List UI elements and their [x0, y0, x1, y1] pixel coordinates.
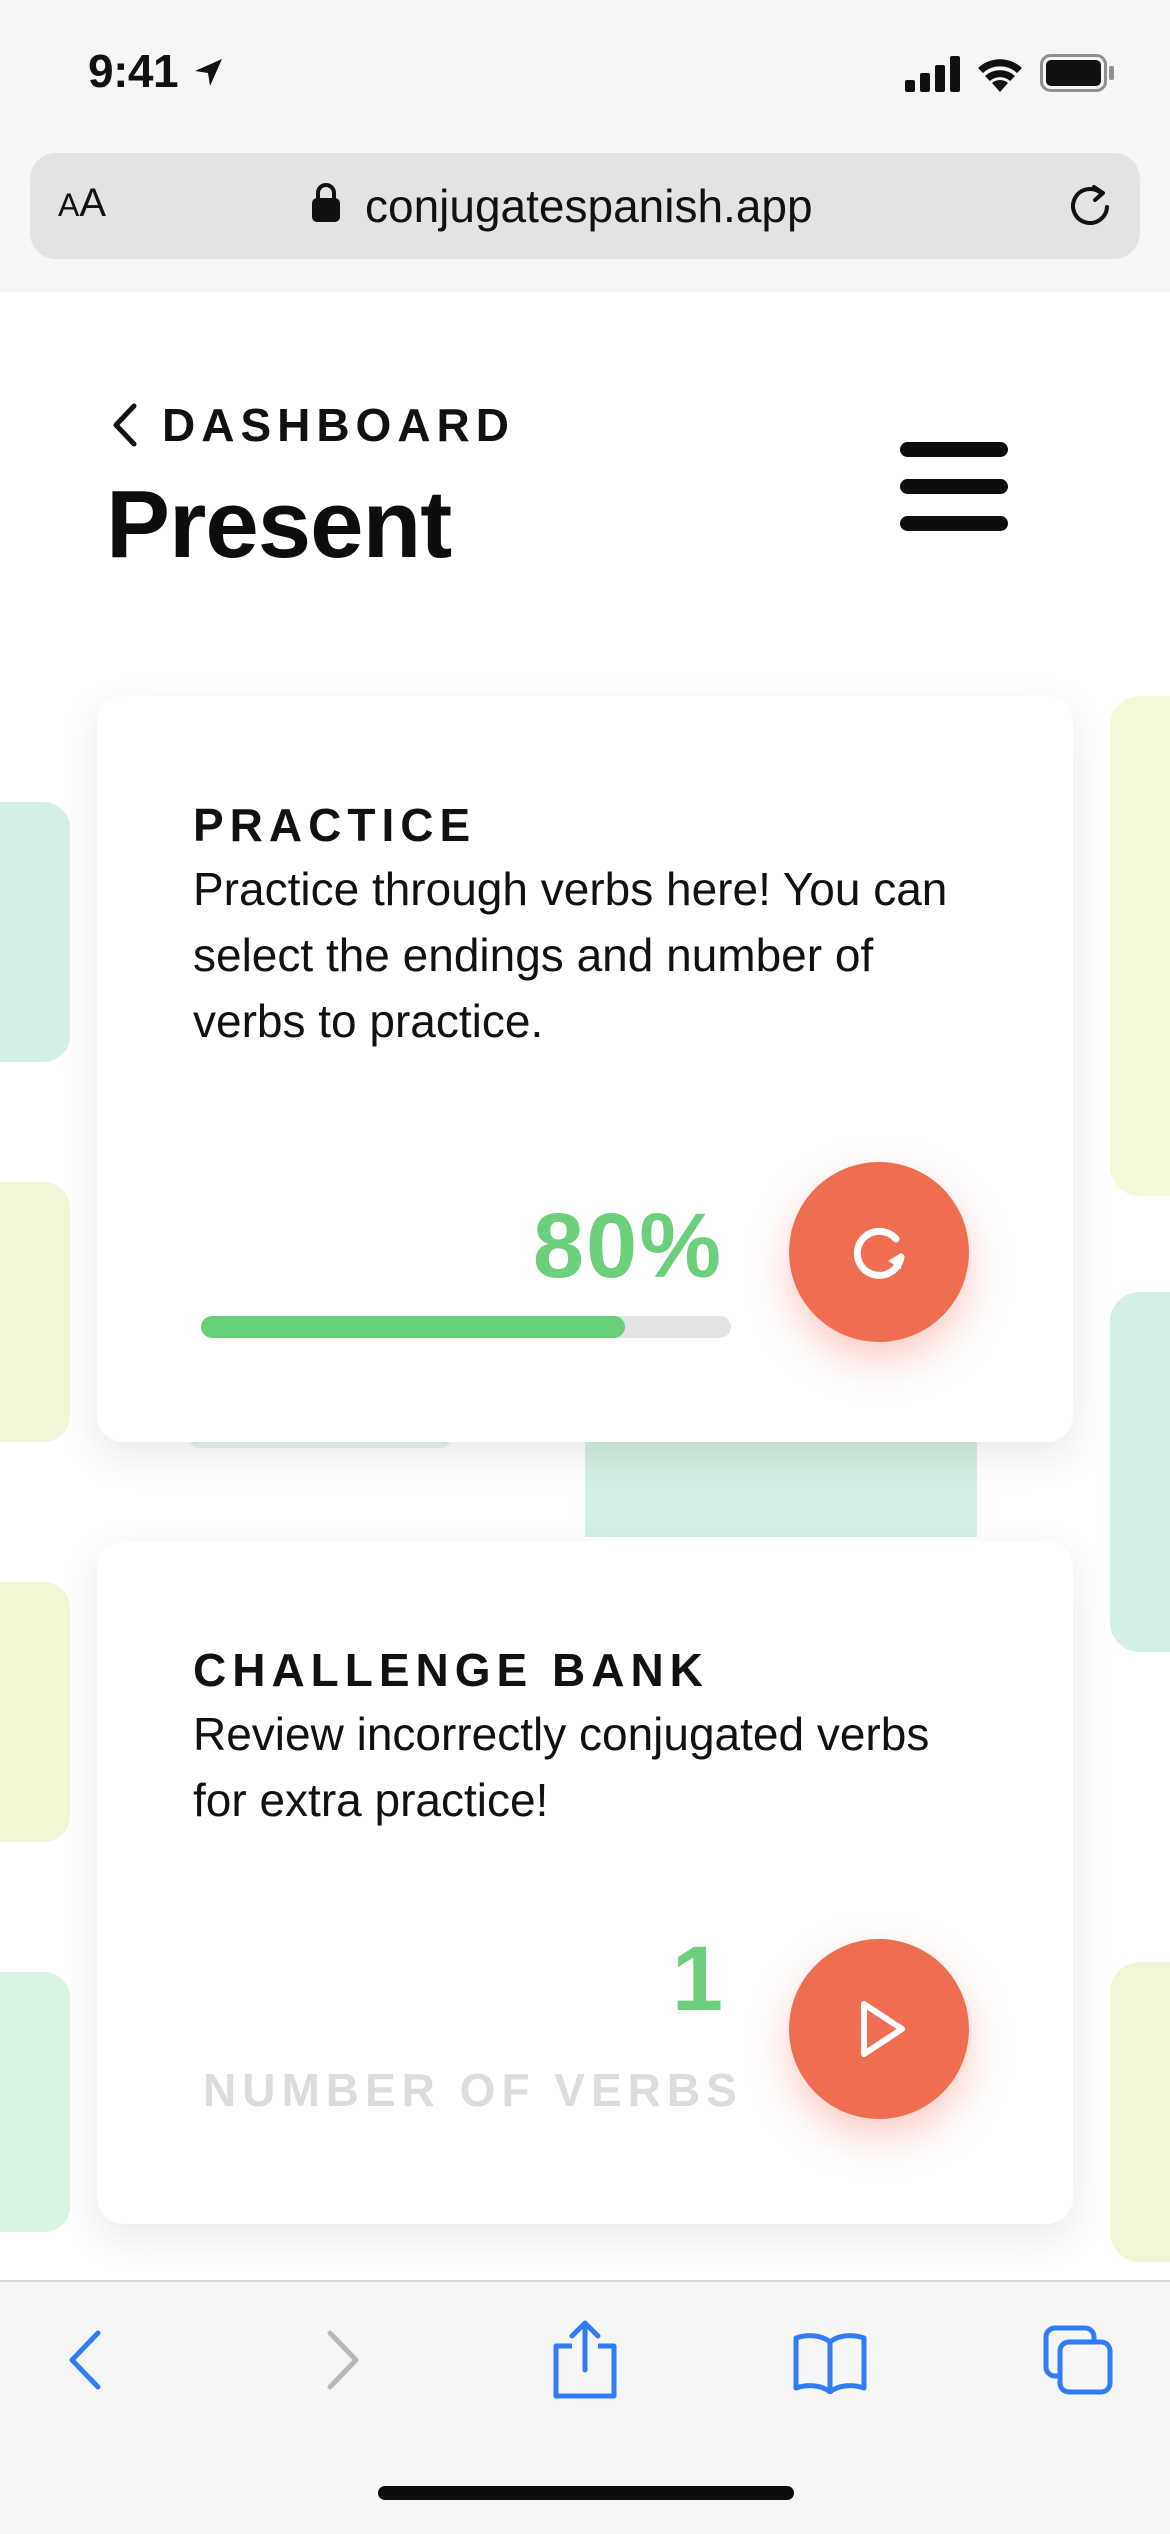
- restart-icon: [853, 1227, 905, 1279]
- back-chevron-icon[interactable]: [62, 2327, 112, 2393]
- challenge-description: Review incorrectly conjugated verbs for …: [193, 1708, 930, 1826]
- location-arrow-icon: [195, 59, 222, 86]
- url-text[interactable]: conjugatespanish.app: [365, 179, 813, 233]
- restart-practice-button[interactable]: [789, 1162, 969, 1342]
- address-bar[interactable]: AA conjugatespanish.app: [30, 153, 1140, 259]
- lock-icon: [312, 183, 340, 222]
- practice-heading: PRACTICE: [193, 799, 477, 851]
- progress-fill: [201, 1316, 625, 1338]
- signal-icon: [905, 56, 960, 92]
- verb-count: 1: [671, 1928, 723, 2030]
- progress-bar: [201, 1316, 731, 1338]
- text-size-small-glyph: A: [58, 187, 80, 223]
- menu-bar-icon: [900, 479, 1008, 494]
- hamburger-menu-button[interactable]: [900, 442, 1010, 532]
- challenge-heading: CHALLENGE BANK: [193, 1644, 709, 1696]
- practice-card[interactable]: PRACTICE Practice through verbs here! Yo…: [97, 696, 1073, 1442]
- practice-description: Practice through verbs here! You can sel…: [193, 863, 948, 1047]
- page-content: DASHBOARD Present PRACTICE Practice thro…: [0, 292, 1170, 2280]
- tabs-icon[interactable]: [1042, 2324, 1114, 2396]
- menu-bar-icon: [900, 516, 1008, 531]
- text-size-large-glyph: A: [79, 181, 107, 225]
- reload-icon[interactable]: [1065, 181, 1115, 231]
- text-size-button[interactable]: AA: [58, 181, 106, 226]
- status-bar: 9:41: [0, 0, 1170, 140]
- play-challenge-button[interactable]: [789, 1939, 969, 2119]
- menu-bar-icon: [900, 442, 1008, 457]
- progress-percent: 80%: [532, 1195, 723, 1297]
- battery-icon: [1040, 54, 1114, 92]
- wifi-icon: [978, 59, 1022, 92]
- address-bar-area: AA conjugatespanish.app: [0, 140, 1170, 294]
- back-label: DASHBOARD: [162, 399, 515, 451]
- chevron-left-icon: [113, 403, 137, 447]
- play-icon: [861, 2001, 905, 2057]
- verb-count-label: NUMBER OF VERBS: [203, 2064, 743, 2116]
- bookmarks-icon[interactable]: [792, 2330, 868, 2394]
- forward-chevron-icon[interactable]: [316, 2327, 366, 2393]
- challenge-bank-card[interactable]: CHALLENGE BANK Review incorrectly conjug…: [97, 1541, 1073, 2224]
- status-time: 9:41: [88, 45, 179, 97]
- share-icon[interactable]: [548, 2318, 622, 2400]
- home-indicator: [378, 2486, 794, 2500]
- back-to-dashboard-link[interactable]: DASHBOARD: [110, 399, 515, 451]
- page-title: Present: [106, 471, 452, 578]
